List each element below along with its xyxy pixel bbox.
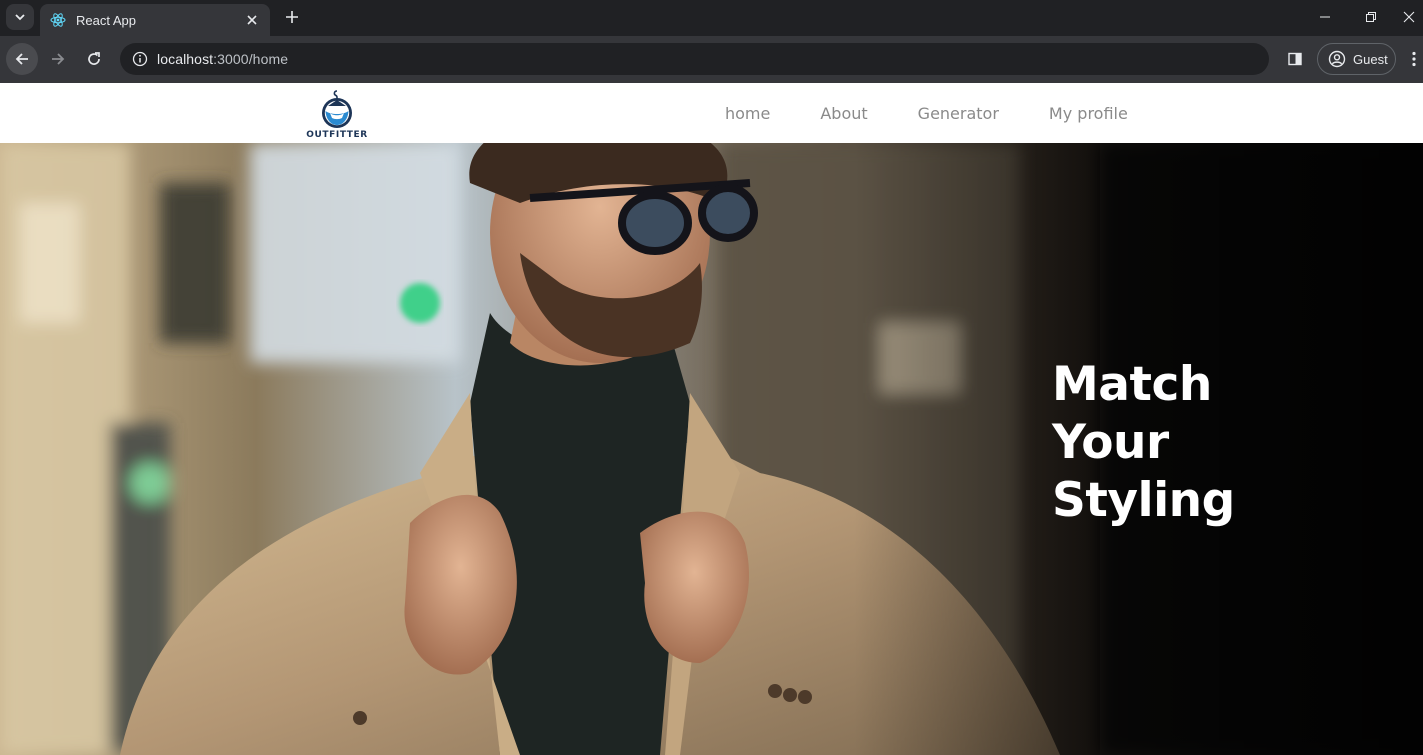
logo-text: OUTFITTER <box>306 130 368 140</box>
nav-link-home[interactable]: home <box>725 100 770 127</box>
close-icon <box>1403 11 1414 23</box>
page-viewport: OUTFITTER home About Generator My profil… <box>0 83 1423 755</box>
browser-tab-strip: React App <box>0 0 1423 36</box>
url-host: localhost <box>157 51 214 67</box>
new-tab-button[interactable] <box>280 6 304 28</box>
side-panel-button[interactable] <box>1281 43 1309 75</box>
reload-icon <box>88 52 100 65</box>
info-icon[interactable] <box>132 51 148 67</box>
hanger-icon <box>322 90 352 128</box>
react-icon <box>50 12 66 28</box>
close-window-button[interactable] <box>1394 4 1423 30</box>
nav-link-about[interactable]: About <box>820 100 867 127</box>
hero-title-line: Styling <box>1052 473 1235 528</box>
main-nav: home About Generator My profile <box>700 83 1178 143</box>
browser-tab[interactable]: React App <box>40 4 270 36</box>
guest-avatar-icon <box>1328 50 1346 68</box>
back-button[interactable] <box>6 43 38 75</box>
chevron-down-icon <box>15 14 25 21</box>
close-tab-icon[interactable] <box>244 12 260 28</box>
url-path: :3000/home <box>213 51 289 67</box>
hero-title-line: Match <box>1052 357 1212 412</box>
site-navbar: OUTFITTER home About Generator My profil… <box>0 83 1423 143</box>
address-bar[interactable]: localhost:3000/home <box>120 43 1269 75</box>
side-panel-icon <box>1288 52 1302 66</box>
profile-button[interactable]: Guest <box>1317 43 1396 75</box>
restore-button[interactable] <box>1348 4 1394 30</box>
restore-icon <box>1366 12 1376 22</box>
tab-title: React App <box>76 12 136 28</box>
arrow-right-icon <box>52 53 65 65</box>
nav-link-generator[interactable]: Generator <box>918 100 999 127</box>
hero-title: Match Your Styling <box>1052 356 1352 530</box>
browser-menu-button[interactable] <box>1405 43 1423 75</box>
forward-button[interactable] <box>42 43 74 75</box>
arrow-left-icon <box>15 53 28 65</box>
profile-label: Guest <box>1353 51 1388 67</box>
site-logo[interactable]: OUTFITTER <box>304 89 370 141</box>
minimize-icon <box>1320 16 1330 18</box>
tab-search-button[interactable] <box>6 4 34 30</box>
reload-button[interactable] <box>78 43 110 75</box>
plus-icon <box>286 11 298 23</box>
nav-link-my-profile[interactable]: My profile <box>1049 100 1128 127</box>
minimize-button[interactable] <box>1302 4 1348 30</box>
url-text: localhost:3000/home <box>157 51 288 67</box>
hero-title-line: Your <box>1052 415 1169 470</box>
hero-section: Match Your Styling <box>0 143 1423 755</box>
more-vert-icon <box>1412 51 1416 67</box>
